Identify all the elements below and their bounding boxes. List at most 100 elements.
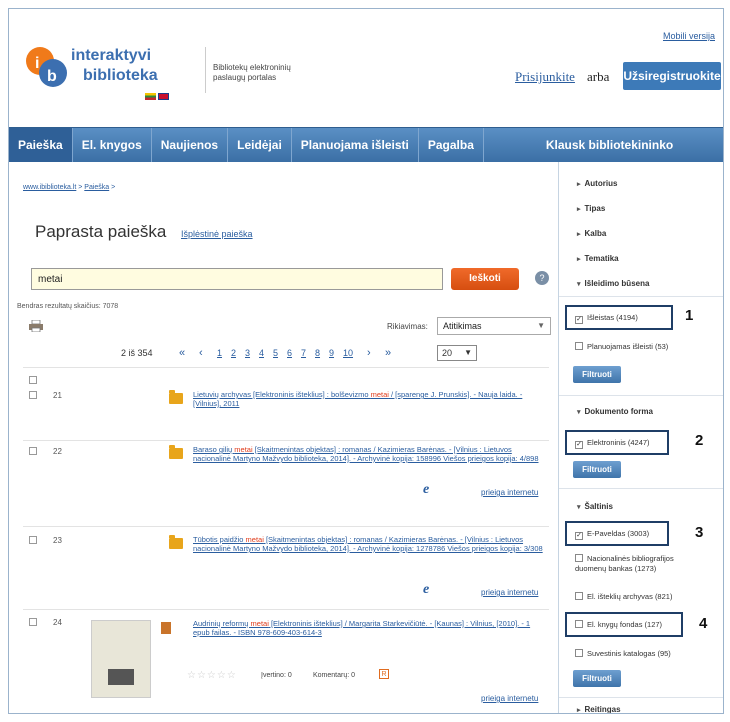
breadcrumb-trail: > [109,184,116,191]
chevron-down-icon: ▾ [577,504,581,511]
callout-number-4: 4 [699,615,708,632]
facet-language[interactable]: ▸ Kalba [577,229,606,238]
pager-page-4[interactable]: 4 [259,348,264,358]
chevron-right-icon: ▸ [577,707,581,714]
pager-page-6[interactable]: 6 [287,348,292,358]
row-checkbox[interactable] [29,391,37,399]
advanced-search-link[interactable]: Išplėstinė paieška [181,229,253,239]
divider [23,609,549,610]
pager-page-5[interactable]: 5 [273,348,278,358]
breadcrumb-current[interactable]: Paieška [84,184,109,191]
checkbox[interactable] [575,554,583,562]
facet-ratings[interactable]: ▸ Reitingas [577,705,621,714]
print-icon[interactable] [29,320,43,332]
row-checkbox[interactable] [29,618,37,626]
breadcrumb-home[interactable]: www.ibiblioteka.lt [23,184,76,191]
pager-prev[interactable]: ‹ [199,347,203,359]
result-title-link[interactable]: Baraso gilių metai [Skaitmenintas objekt… [193,445,543,463]
english-flag-icon[interactable] [158,93,169,100]
row-checkbox[interactable] [29,536,37,544]
logo-text-line2[interactable]: biblioteka [83,67,158,85]
lithuanian-flag-icon[interactable] [145,93,156,100]
option-label: Planuojamas išleisti (53) [587,342,669,351]
checkbox[interactable] [575,342,583,350]
facet-author[interactable]: ▸ Autorius [577,179,617,188]
divider [23,440,549,441]
chevron-right-icon: ▸ [577,181,581,188]
folder-icon [169,390,183,404]
checkbox[interactable] [575,649,583,657]
rating-stars-icon[interactable]: ☆☆☆☆☆ [187,670,237,681]
pager-first[interactable]: « [179,347,185,359]
facet-form-heading[interactable]: ▾ Dokumento forma [577,407,653,416]
pager-page-1[interactable]: 1 [217,348,222,358]
chevron-down-icon: ▾ [577,409,581,416]
epaveldas-logo[interactable]: e [423,482,429,498]
facet-type[interactable]: ▸ Tipas [577,204,605,213]
pager-next[interactable]: › [367,347,371,359]
pager-last[interactable]: » [385,347,391,359]
result-title-link[interactable]: Tūbotis paidžio metai [Skaitmenintas obj… [193,535,543,553]
search-button[interactable]: Ieškoti [451,268,519,290]
result-title-link[interactable]: Audrinių reformų metai [Elektroninis išt… [193,619,543,637]
filter-option-national-bibliography[interactable]: Nacionalinės bibliografijos duomenų bank… [575,554,705,574]
facet-label: Reitingas [584,705,621,714]
callout-number-2: 2 [695,432,704,449]
row-checkbox[interactable] [29,447,37,455]
nav-news[interactable]: Naujienos [152,128,229,162]
search-input[interactable]: metai [31,268,443,290]
nav-planned[interactable]: Planuojama išleisti [292,128,419,162]
nav-ask-librarian[interactable]: Klausk bibliotekininko [484,128,682,162]
ebook-icon [161,622,171,634]
pager-page-3[interactable]: 3 [245,348,250,358]
search-content: www.ibiblioteka.lt > Paieška > Paprasta … [9,162,555,713]
nav-help[interactable]: Pagalba [419,128,484,162]
filter-option-archive[interactable]: El. išteklių archyvas (821) [575,592,672,601]
breadcrumb: www.ibiblioteka.lt > Paieška > [23,184,115,191]
select-all-checkbox[interactable] [29,376,37,384]
filter-button[interactable]: Filtruoti [573,461,621,478]
filter-button[interactable]: Filtruoti [573,366,621,383]
divider [559,488,723,489]
facet-label: Išleidimo būsena [584,279,650,288]
checkbox[interactable] [575,592,583,600]
pager-page-2[interactable]: 2 [231,348,236,358]
pagination: 2 iš 354 « ‹ 1 2 3 4 5 6 7 8 9 10 › » 20… [121,345,551,363]
login-link[interactable]: Prisijunkite [515,69,575,85]
sort-select[interactable]: Atitikimas ▼ [437,317,551,335]
total-results: Bendras rezultatų skaičius: 7078 [17,303,119,310]
or-text: arba [587,69,610,84]
register-button[interactable]: Užsiregistruokite [623,62,721,90]
filter-button[interactable]: Filtruoti [573,670,621,687]
result-text: Audrinių reformų [193,619,251,628]
filter-sidebar: ▸ Autorius ▸ Tipas ▸ Kalba ▸ Tematika ▾ Išlei… [558,162,723,714]
pager-page-8[interactable]: 8 [315,348,320,358]
book-cover-thumbnail[interactable] [91,620,151,698]
epaveldas-logo[interactable]: e [423,582,429,598]
callout-number-3: 3 [695,524,704,541]
filter-option-union-catalog[interactable]: Suvestinis katalogas (95) [575,649,671,658]
facet-source-heading[interactable]: ▾ Šaltinis [577,502,613,511]
facet-subject[interactable]: ▸ Tematika [577,254,619,263]
pager-page-9[interactable]: 9 [329,348,334,358]
page-size-select[interactable]: 20 ▼ [437,345,477,361]
online-access-link[interactable]: prieiga internetu [481,488,538,497]
filter-option-planned[interactable]: Planuojamas išleisti (53) [575,342,668,351]
pager-page-7[interactable]: 7 [301,348,306,358]
rss-icon[interactable]: R [379,669,389,679]
svg-text:i: i [35,55,39,72]
online-access-link[interactable]: prieiga internetu [481,694,538,703]
result-title-link[interactable]: Lietuvių archyvas [Elektroninis ištekliu… [193,390,543,408]
online-access-link[interactable]: prieiga internetu [481,588,538,597]
facet-status-heading[interactable]: ▾ Išleidimo būsena [577,279,649,288]
logo-text-line1[interactable]: interaktyvi [71,47,151,65]
logo-icon[interactable]: i b [25,45,69,89]
mobile-version-link[interactable]: Mobili versija [663,31,715,41]
nav-search[interactable]: Paieška [9,128,73,162]
pager-page-10[interactable]: 10 [343,348,353,358]
nav-publishers[interactable]: Leidėjai [228,128,292,162]
nav-ebooks[interactable]: El. knygos [73,128,152,162]
chevron-right-icon: ▸ [577,231,581,238]
language-flags [145,93,169,100]
help-icon[interactable]: ? [535,271,549,285]
